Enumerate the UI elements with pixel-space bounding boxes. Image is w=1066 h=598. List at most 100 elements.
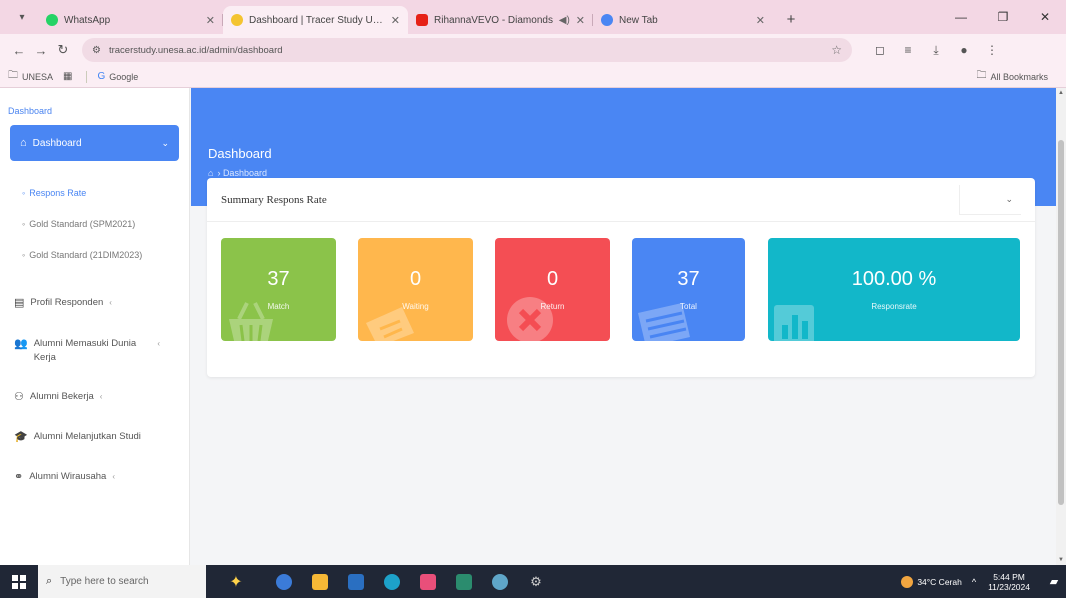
taskbar-search-input[interactable]: ⌕ Type here to search xyxy=(38,565,206,598)
speaker-icon[interactable]: ◀) xyxy=(559,15,570,26)
whatsapp-app-icon[interactable] xyxy=(446,565,482,598)
sidebar-item-alumni-melanjutkan-studi[interactable]: 🎓 Alumni Melanjutkan Studi xyxy=(0,430,170,444)
scroll-down-icon[interactable]: ▼ xyxy=(1056,557,1066,563)
chrome-app-icon[interactable] xyxy=(374,565,410,598)
stat-value: 37 xyxy=(677,268,700,290)
collapse-toggle-button[interactable]: ⌄ xyxy=(959,184,1021,215)
tab-close-icon[interactable]: ✕ xyxy=(391,14,400,27)
sidebar-header: Dashboard xyxy=(8,106,53,116)
scrollbar-thumb[interactable] xyxy=(1058,140,1064,505)
bookmark-label: UNESA xyxy=(22,71,54,82)
all-bookmarks-label: All Bookmarks xyxy=(990,71,1048,82)
notification-icon[interactable]: ▰ xyxy=(1042,575,1066,588)
bullet-icon: ◦ xyxy=(22,219,26,229)
tab-close-icon[interactable]: ✕ xyxy=(576,14,585,27)
tab-whatsapp[interactable]: WhatsApp ✕ xyxy=(38,6,223,34)
tab-search-icon[interactable]: ▾ xyxy=(10,5,34,29)
sidebar-item-profil-responden[interactable]: ▤ Profil Responden ‹ xyxy=(0,296,189,310)
scroll-up-icon[interactable]: ▲ xyxy=(1056,90,1066,96)
instagram-app-icon[interactable] xyxy=(410,565,446,598)
chevron-left-icon: ‹ xyxy=(112,472,115,481)
site-info-icon[interactable]: ⚙ xyxy=(92,45,101,56)
profile-avatar-icon[interactable]: ● xyxy=(950,43,978,58)
chevron-up-icon[interactable]: ^ xyxy=(972,577,976,587)
summary-card: Summary Respons Rate ⌄ 37 Match 0 Waitin… xyxy=(207,178,1035,377)
forward-arrow-icon[interactable]: → xyxy=(30,43,52,58)
bookmark-apps[interactable]: ▦ xyxy=(63,71,76,82)
sidebar-item-alumni-memasuki-dunia-kerja[interactable]: 👥 Alumni Memasuki Dunia Kerja ‹ xyxy=(0,337,170,365)
users-icon: 👥 xyxy=(14,338,28,350)
tab-title: RihannaVEVO - Diamonds xyxy=(434,14,553,26)
card-title: Summary Respons Rate xyxy=(221,193,327,206)
stat-box-return[interactable]: 0 Return xyxy=(495,238,610,341)
sidebar-subitem-gold-standard-2023[interactable]: ◦ Gold Standard (21DIM2023) xyxy=(0,249,180,262)
tab-close-icon[interactable]: ✕ xyxy=(756,14,765,27)
tab-title: Dashboard | Tracer Study Unesa xyxy=(249,14,385,26)
windows-taskbar: ⌕ Type here to search ✦ ⚙ 34°C Cerah ^ 5… xyxy=(0,565,1066,598)
stat-box-match[interactable]: 37 Match xyxy=(221,238,336,341)
maximize-icon[interactable]: ❐ xyxy=(982,0,1024,34)
taskbar-apps: ⚙ xyxy=(266,565,554,598)
tab-close-icon[interactable]: ✕ xyxy=(206,14,215,27)
breadcrumb: ⌂ › Dashboard xyxy=(208,168,267,178)
main-content: Dashboard ⌂ › Dashboard Summary Respons … xyxy=(191,88,1056,565)
bookmark-unesa[interactable]: 🗀 UNESA xyxy=(8,68,53,85)
bookmark-label: Google xyxy=(109,71,139,82)
sidebar-subitem-respons-rate[interactable]: ◦ Respons Rate xyxy=(0,187,189,200)
url-text[interactable]: tracerstudy.unesa.ac.id/admin/dashboard xyxy=(109,45,831,56)
download-icon[interactable]: ⤓ xyxy=(922,43,950,58)
page-scrollbar[interactable]: ▲ ▼ xyxy=(1056,88,1066,565)
bookmarks-bar: 🗀 UNESA ▦ G Google 🗀 All Bookmarks xyxy=(0,66,1066,88)
reading-list-icon[interactable]: ≡ xyxy=(894,43,922,58)
minimize-icon[interactable]: — xyxy=(940,0,982,34)
search-placeholder: Type here to search xyxy=(60,576,149,587)
settings-gear-icon[interactable]: ⚙ xyxy=(518,565,554,598)
stat-label: Return xyxy=(540,302,565,311)
chrome-profile-app-icon[interactable] xyxy=(482,565,518,598)
copilot-sparkle-icon[interactable]: ✦ xyxy=(206,565,266,598)
stat-value: 37 xyxy=(267,268,290,290)
id-card-icon: ▤ xyxy=(14,297,25,309)
stat-box-waiting[interactable]: 0 Waiting xyxy=(358,238,473,341)
page-title: Dashboard xyxy=(208,146,272,161)
weather-widget[interactable]: 34°C Cerah xyxy=(901,575,962,588)
binoculars-icon: ⚇ xyxy=(14,391,24,403)
stat-label: Total xyxy=(680,302,697,311)
sidebar-subitem-gold-standard-2021[interactable]: ◦ Gold Standard (SPM2021) xyxy=(0,218,189,231)
more-menu-icon[interactable]: ⋮ xyxy=(978,43,1006,58)
new-tab-plus-icon[interactable]: + xyxy=(779,7,803,31)
breadcrumb-item[interactable]: Dashboard xyxy=(223,168,267,178)
unesa-favicon-icon xyxy=(231,14,243,26)
reload-icon[interactable]: ↻ xyxy=(52,42,74,58)
sidebar-item-alumni-bekerja[interactable]: ⚇ Alumni Bekerja ‹ xyxy=(0,390,189,404)
address-bar[interactable]: ⚙ tracerstudy.unesa.ac.id/admin/dashboar… xyxy=(82,38,852,62)
home-icon[interactable]: ⌂ xyxy=(208,168,213,178)
sidebar-item-dashboard[interactable]: ⌂ Dashboard ⌄ xyxy=(10,125,179,161)
sun-icon xyxy=(901,575,914,588)
close-window-icon[interactable]: ✕ xyxy=(1024,0,1066,34)
tab-youtube[interactable]: RihannaVEVO - Diamonds ◀) ✕ xyxy=(408,6,593,34)
handshake-icon: ⚭ xyxy=(14,471,24,483)
stat-box-total[interactable]: 37 Total xyxy=(632,238,745,341)
windows-start-icon[interactable] xyxy=(0,565,38,598)
youtube-favicon-icon xyxy=(416,14,428,26)
store-app-icon[interactable] xyxy=(338,565,374,598)
bookmark-google[interactable]: G Google xyxy=(97,71,138,82)
file-explorer-app-icon[interactable] xyxy=(302,565,338,598)
all-bookmarks-button[interactable]: 🗀 All Bookmarks xyxy=(976,68,1048,85)
browser-toolbar: ← → ↻ ⚙ tracerstudy.unesa.ac.id/admin/da… xyxy=(0,34,1066,66)
clock-time: 5:44 PM xyxy=(993,571,1025,582)
sidebar-item-alumni-wirausaha[interactable]: ⚭ Alumni Wirausaha ‹ xyxy=(0,470,189,484)
clock[interactable]: 5:44 PM 11/23/2024 xyxy=(988,572,1030,592)
back-arrow-icon[interactable]: ← xyxy=(8,43,30,58)
edge-app-icon[interactable] xyxy=(266,565,302,598)
folder-icon: 🗀 xyxy=(8,70,18,81)
chevron-down-icon: ⌄ xyxy=(1005,193,1013,204)
extensions-icon[interactable]: ◻ xyxy=(866,43,894,58)
tab-new-tab[interactable]: New Tab ✕ xyxy=(593,6,773,34)
tab-dashboard[interactable]: Dashboard | Tracer Study Unesa ✕ xyxy=(223,6,408,34)
bookmark-star-icon[interactable]: ☆ xyxy=(831,43,842,57)
stat-box-responsrate[interactable]: 100.00 % Responsrate xyxy=(768,238,1020,341)
window-controls: — ❐ ✕ xyxy=(940,0,1066,34)
sidebar-item-label: Dashboard xyxy=(32,137,82,149)
